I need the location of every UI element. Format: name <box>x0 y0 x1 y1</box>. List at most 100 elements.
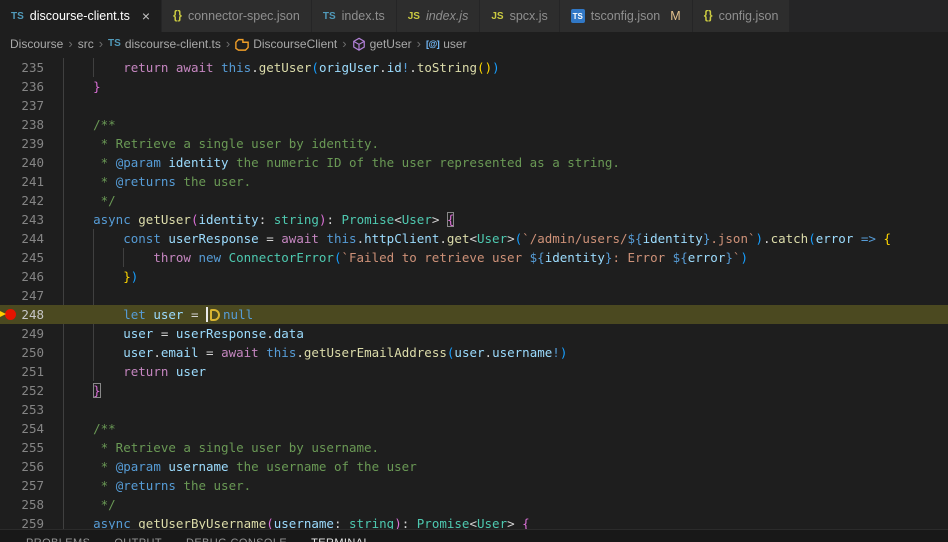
breadcrumb-item-user[interactable]: [@] user <box>426 37 467 51</box>
tab-spcx.js[interactable]: JS spcx.js <box>480 0 560 32</box>
code-text: const userResponse = await this.httpClie… <box>123 231 892 246</box>
code-line-251[interactable]: 251 return user <box>0 362 948 381</box>
lightbulb-icon[interactable] <box>210 308 221 321</box>
line-number[interactable]: 256 <box>18 457 44 476</box>
tsconfig-file-icon: TS <box>570 9 585 23</box>
code-line-238[interactable]: 238 /** <box>0 115 948 134</box>
gutter-glyph-margin <box>0 229 18 248</box>
line-number[interactable]: 251 <box>18 362 44 381</box>
bottom-panel: PROBLEMS OUTPUT DEBUG CONSOLE TERMINAL <box>0 529 948 542</box>
line-number[interactable]: 240 <box>18 153 44 172</box>
close-icon[interactable]: × <box>142 9 150 23</box>
variable-icon: [@] <box>425 38 440 49</box>
line-number[interactable]: 244 <box>18 229 44 248</box>
code-line-240[interactable]: 240 * @param identity the numeric ID of … <box>0 153 948 172</box>
breadcrumb-item-DiscourseClient[interactable]: DiscourseClient <box>235 37 337 51</box>
code-line-252[interactable]: 252 } <box>0 381 948 400</box>
code-line-237[interactable]: 237 <box>0 96 948 115</box>
line-number[interactable]: 237 <box>18 96 44 115</box>
breakpoint-icon[interactable] <box>5 309 16 320</box>
line-number[interactable]: 247 <box>18 286 44 305</box>
gutter-glyph-margin <box>0 286 18 305</box>
code-line-244[interactable]: 244 const userResponse = await this.http… <box>0 229 948 248</box>
panel-tab-terminal[interactable]: TERMINAL <box>303 537 378 542</box>
breadcrumb-separator-icon: › <box>225 36 231 51</box>
code-line-253[interactable]: 253 <box>0 400 948 419</box>
code-line-256[interactable]: 256 * @param username the username of th… <box>0 457 948 476</box>
code-line-239[interactable]: 239 * Retrieve a single user by identity… <box>0 134 948 153</box>
line-number[interactable]: 243 <box>18 210 44 229</box>
line-number[interactable]: 250 <box>18 343 44 362</box>
line-number[interactable]: 252 <box>18 381 44 400</box>
panel-tab-debug-console[interactable]: DEBUG CONSOLE <box>178 537 295 542</box>
line-number[interactable]: 241 <box>18 172 44 191</box>
code-line-235[interactable]: 235 return await this.getUser(origUser.i… <box>0 58 948 77</box>
code-line-248[interactable]: 248 let user = null <box>0 305 948 324</box>
code-line-259[interactable]: 259 async getUserByUsername(username: st… <box>0 514 948 529</box>
tab-connector-spec.json[interactable]: {} connector-spec.json <box>162 0 312 32</box>
cursor-caret <box>206 307 209 322</box>
tab-config.json[interactable]: {} config.json <box>692 0 791 32</box>
code-text: */ <box>63 497 116 512</box>
line-number[interactable]: 239 <box>18 134 44 153</box>
code-line-243[interactable]: 243 async getUser(identity: string): Pro… <box>0 210 948 229</box>
breadcrumb-item-Discourse[interactable]: Discourse <box>10 37 63 51</box>
ts-file-icon: TS <box>322 10 336 22</box>
indent-guide <box>63 96 64 115</box>
code-editor[interactable]: 235 return await this.getUser(origUser.i… <box>0 55 948 529</box>
line-number[interactable]: 254 <box>18 419 44 438</box>
gutter-glyph-margin <box>0 134 18 153</box>
panel-tab-output[interactable]: OUTPUT <box>106 537 170 542</box>
code-line-245[interactable]: 245 throw new ConnectorError(`Failed to … <box>0 248 948 267</box>
method-icon <box>352 37 366 51</box>
panel-tab-bar: PROBLEMS OUTPUT DEBUG CONSOLE TERMINAL <box>0 530 948 542</box>
code-text: let user = null <box>123 307 254 322</box>
line-number[interactable]: 236 <box>18 77 44 96</box>
breadcrumb-item-getUser[interactable]: getUser <box>352 37 412 51</box>
code-text: user.email = await this.getUserEmailAddr… <box>123 345 568 360</box>
code-line-246[interactable]: 246 }) <box>0 267 948 286</box>
code-line-254[interactable]: 254 /** <box>0 419 948 438</box>
breadcrumb-separator-icon: › <box>68 36 73 51</box>
line-number[interactable]: 245 <box>18 248 44 267</box>
line-number[interactable]: 235 <box>18 58 44 77</box>
code-text: * Retrieve a single user by username. <box>63 440 380 455</box>
tab-label: config.json <box>718 9 779 23</box>
line-number[interactable]: 248 <box>18 305 44 324</box>
code-text: return user <box>123 364 207 379</box>
code-text: async getUser(identity: string): Promise… <box>93 212 455 227</box>
tab-index.ts[interactable]: TS index.ts <box>311 0 397 32</box>
code-line-250[interactable]: 250 user.email = await this.getUserEmail… <box>0 343 948 362</box>
code-line-242[interactable]: 242 */ <box>0 191 948 210</box>
tab-index.js[interactable]: JS index.js <box>396 0 481 32</box>
breadcrumb-item-src[interactable]: src <box>78 37 94 51</box>
code-line-257[interactable]: 257 * @returns the user. <box>0 476 948 495</box>
gutter-glyph-margin <box>0 400 18 419</box>
line-number[interactable]: 253 <box>18 400 44 419</box>
gutter-glyph-margin <box>0 495 18 514</box>
code-line-241[interactable]: 241 * @returns the user. <box>0 172 948 191</box>
line-number[interactable]: 259 <box>18 514 44 529</box>
json-file-icon: {} <box>703 10 713 22</box>
gutter-glyph-margin <box>0 381 18 400</box>
breadcrumb-label: src <box>77 36 94 51</box>
line-number[interactable]: 258 <box>18 495 44 514</box>
line-number[interactable]: 242 <box>18 191 44 210</box>
panel-tab-problems[interactable]: PROBLEMS <box>18 537 98 542</box>
breadcrumb-item-discourse-client.ts[interactable]: TS discourse-client.ts <box>108 37 221 51</box>
line-number[interactable]: 257 <box>18 476 44 495</box>
gutter-glyph-margin <box>0 96 18 115</box>
tab-tsconfig.json[interactable]: TS tsconfig.json M <box>559 0 693 32</box>
code-line-255[interactable]: 255 * Retrieve a single user by username… <box>0 438 948 457</box>
code-line-249[interactable]: 249 user = userResponse.data <box>0 324 948 343</box>
line-number[interactable]: 238 <box>18 115 44 134</box>
code-line-247[interactable]: 247 <box>0 286 948 305</box>
line-number[interactable]: 246 <box>18 267 44 286</box>
gutter-glyph-margin <box>0 457 18 476</box>
code-line-258[interactable]: 258 */ <box>0 495 948 514</box>
tab-discourse-client.ts[interactable]: TS discourse-client.ts × <box>0 0 163 32</box>
line-number[interactable]: 249 <box>18 324 44 343</box>
code-line-236[interactable]: 236 } <box>0 77 948 96</box>
line-number[interactable]: 255 <box>18 438 44 457</box>
code-text: * @returns the user. <box>63 478 252 493</box>
